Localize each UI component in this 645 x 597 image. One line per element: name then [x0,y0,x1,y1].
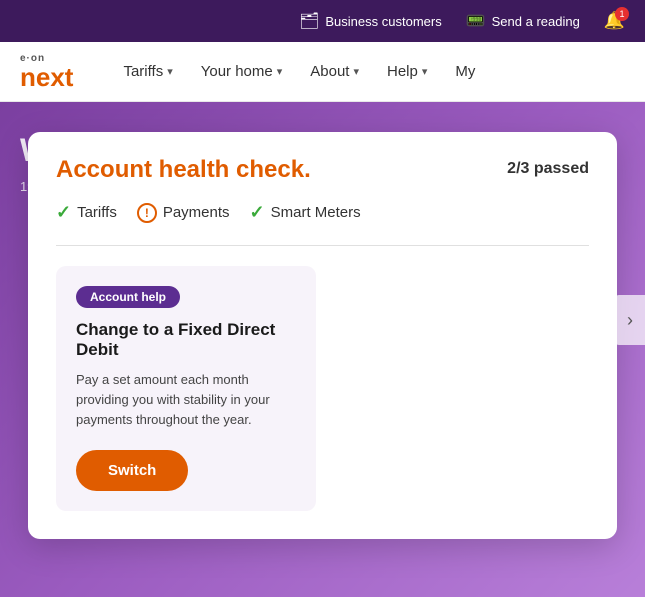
check-payments-label: Payments [163,204,230,221]
nav-your-home[interactable]: Your home ▾ [191,57,293,86]
nav-tariffs-label: Tariffs [123,63,163,80]
send-reading-link[interactable]: 📟 Send a reading [466,11,580,31]
meter-icon: 📟 [466,11,486,31]
briefcase-icon: 🗂 [299,11,319,31]
notifications-link[interactable]: 🔔 1 [604,11,625,31]
check-smart-meters: ✓ Smart Meters [250,202,361,223]
recommendation-card: Account help Change to a Fixed Direct De… [56,266,316,511]
notification-badge: 1 [615,7,629,21]
modal-title: Account health check. [56,156,311,184]
check-smart-meters-icon: ✓ [250,202,265,223]
tariffs-chevron-icon: ▾ [167,65,173,78]
nav-items: Tariffs ▾ Your home ▾ About ▾ Help ▾ My [113,57,485,86]
help-chevron-icon: ▾ [422,65,428,78]
logo-next: next [20,64,73,90]
passed-badge: 2/3 passed [507,160,589,178]
business-customers-label: Business customers [325,14,441,29]
nav-bar: e·on next Tariffs ▾ Your home ▾ About ▾ … [0,42,645,102]
nav-help[interactable]: Help ▾ [377,57,437,86]
nav-about[interactable]: About ▾ [300,57,369,86]
card-heading: Change to a Fixed Direct Debit [76,320,296,360]
nav-my[interactable]: My [445,57,485,86]
nav-tariffs[interactable]: Tariffs ▾ [113,57,182,86]
check-payments: ! Payments [137,203,230,223]
account-health-modal: Account health check. 2/3 passed ✓ Tarif… [28,132,617,539]
nav-my-label: My [455,63,475,80]
logo[interactable]: e·on next [20,53,73,90]
switch-button[interactable]: Switch [76,450,188,491]
check-payments-icon: ! [137,203,157,223]
check-tariffs: ✓ Tariffs [56,202,117,223]
send-reading-label: Send a reading [492,14,580,29]
check-smart-meters-label: Smart Meters [271,204,361,221]
nav-help-label: Help [387,63,418,80]
check-tariffs-icon: ✓ [56,202,71,223]
checks-row: ✓ Tariffs ! Payments ✓ Smart Meters [56,202,589,223]
nav-about-label: About [310,63,349,80]
nav-your-home-label: Your home [201,63,273,80]
top-bar: 🗂 Business customers 📟 Send a reading 🔔 … [0,0,645,42]
modal-header: Account health check. 2/3 passed [56,156,589,184]
modal-divider [56,245,589,246]
business-customers-link[interactable]: 🗂 Business customers [299,11,442,31]
your-home-chevron-icon: ▾ [277,65,283,78]
card-description: Pay a set amount each month providing yo… [76,370,296,430]
card-tag: Account help [76,286,180,308]
check-tariffs-label: Tariffs [77,204,117,221]
scroll-right-arrow[interactable]: › [615,295,645,345]
about-chevron-icon: ▾ [353,65,359,78]
